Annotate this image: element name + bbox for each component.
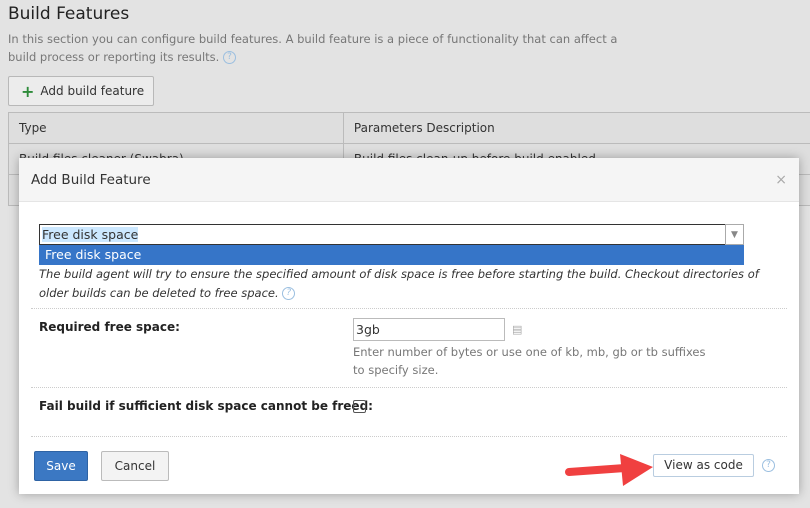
add-build-feature-dialog: Add Build Feature × Free disk space ▼ Fre… bbox=[19, 158, 799, 494]
dialog-header: Add Build Feature × bbox=[19, 158, 799, 202]
column-header-parameters: Parameters Description bbox=[342, 112, 810, 144]
plus-icon: + bbox=[21, 81, 35, 101]
divider bbox=[31, 308, 787, 309]
feature-description-text: The build agent will try to ensure the s… bbox=[39, 267, 759, 300]
required-free-space-label: Required free space: bbox=[39, 320, 180, 334]
help-icon[interactable]: ? bbox=[282, 287, 296, 300]
list-icon[interactable]: ▤ bbox=[512, 323, 522, 336]
help-icon[interactable]: ? bbox=[762, 459, 775, 472]
hint-line: Enter number of bytes or use one of kb, … bbox=[353, 345, 706, 359]
dropdown-option-free-disk-space[interactable]: Free disk space bbox=[39, 245, 744, 265]
description-text: In this section you can configure build … bbox=[8, 32, 618, 64]
close-icon[interactable]: × bbox=[775, 172, 799, 188]
divider bbox=[31, 436, 787, 437]
hint-line: to specify size. bbox=[353, 363, 439, 377]
chevron-down-icon[interactable]: ▼ bbox=[725, 224, 744, 245]
required-free-space-input[interactable]: 3gb bbox=[353, 318, 505, 341]
column-header-type: Type bbox=[8, 112, 344, 144]
add-button-label: Add build feature bbox=[40, 84, 145, 98]
page-title: Build Features bbox=[8, 4, 130, 24]
view-as-code-button[interactable]: View as code bbox=[653, 454, 754, 477]
divider bbox=[31, 387, 787, 388]
add-build-feature-button[interactable]: + Add build feature bbox=[8, 76, 154, 106]
feature-type-select[interactable]: Free disk space bbox=[39, 224, 744, 245]
red-arrow-annotation bbox=[565, 454, 653, 486]
page-description: In this section you can configure build … bbox=[8, 30, 648, 66]
feature-description: The build agent will try to ensure the s… bbox=[39, 265, 779, 303]
cancel-button[interactable]: Cancel bbox=[101, 451, 169, 481]
select-value: Free disk space bbox=[42, 227, 139, 242]
dialog-title: Add Build Feature bbox=[31, 171, 151, 188]
save-button[interactable]: Save bbox=[34, 451, 88, 481]
help-icon[interactable]: ? bbox=[222, 51, 236, 64]
fail-build-checkbox[interactable] bbox=[353, 400, 366, 413]
fail-build-label: Fail build if sufficient disk space cann… bbox=[39, 399, 373, 413]
required-free-space-hint: Enter number of bytes or use one of kb, … bbox=[353, 343, 706, 379]
